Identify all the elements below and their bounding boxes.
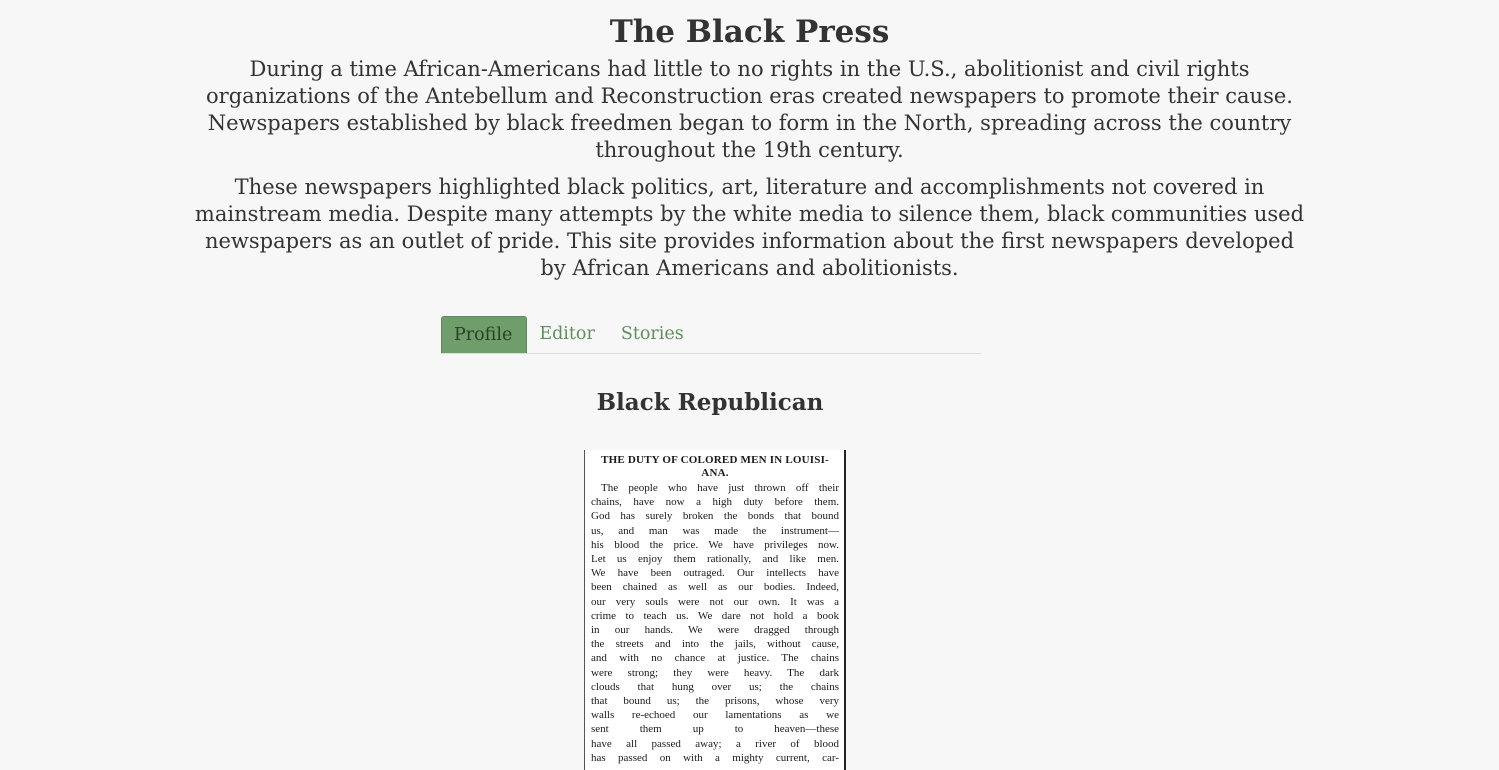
clipping-text-line: walls re-echoed our lamentations as we bbox=[591, 709, 839, 722]
clipping-headline: THE DUTY OF COLORED MEN IN LOUISI- ANA. bbox=[591, 454, 839, 480]
site-header: The Black Press During a time African-Am… bbox=[190, 0, 1310, 282]
clipping-text-line: us, and man was made the instrument— bbox=[591, 524, 839, 537]
clipping-text-line: God has surely broken the bonds that bou… bbox=[591, 510, 839, 523]
clipping-text-line: has passed on with a mighty current, car… bbox=[591, 751, 839, 764]
clipping-body: The people who have just thrown off thei… bbox=[591, 481, 839, 765]
newspaper-title: Black Republican bbox=[596, 389, 824, 416]
clipping-text-line: in our hands. We were dragged through bbox=[591, 624, 839, 637]
clipping-text-line: Let us enjoy them rationally, and like m… bbox=[591, 553, 839, 566]
clipping-text-line: sent them up to heaven—these bbox=[591, 723, 839, 736]
clipping-text-line: chains, have now a high duty before them… bbox=[591, 496, 839, 509]
clipping-text-line: The people who have just thrown off thei… bbox=[601, 482, 839, 494]
clipping-text-line: that bound us; the prisons, whose very bbox=[591, 695, 839, 708]
clipping-text-line: We have been outraged. Our intellects ha… bbox=[591, 567, 839, 580]
tab-profile[interactable]: Profile bbox=[441, 316, 528, 353]
clipping-text-line: clouds that hung over us; the chains bbox=[591, 680, 839, 693]
clipping-headline-line-2: ANA. bbox=[701, 467, 729, 479]
clipping-text-line: crime to teach us. We dare not hold a bo… bbox=[591, 609, 839, 622]
clipping-text-line: have all passed away; a river of blood bbox=[591, 737, 839, 750]
clipping-text-line: our very souls were not our own. It was … bbox=[591, 595, 839, 608]
intro-paragraph-2: These newspapers highlighted black polit… bbox=[194, 175, 1305, 280]
newspaper-clipping-image: THE DUTY OF COLORED MEN IN LOUISI- ANA. … bbox=[584, 450, 846, 770]
clipping-text-line: his blood the price. We have privileges … bbox=[591, 538, 839, 551]
clipping-text-line: the streets and into the jails, without … bbox=[591, 638, 839, 651]
tab-stories[interactable]: Stories bbox=[609, 316, 698, 353]
clipping-headline-line-1: THE DUTY OF COLORED MEN IN LOUISI- bbox=[601, 454, 829, 466]
site-title: The Black Press bbox=[609, 14, 890, 50]
tab-editor[interactable]: Editor bbox=[527, 316, 609, 353]
intro-paragraph-1: During a time African-Americans had litt… bbox=[206, 57, 1293, 162]
clipping-text-line: were strong; they were heavy. The dark bbox=[591, 666, 839, 679]
clipping-text-line: been chained as well as our bodies. Inde… bbox=[591, 581, 839, 594]
clipping-text-line: and with no chance at justice. The chain… bbox=[591, 652, 839, 665]
profile-tabs: Profile Editor Stories bbox=[441, 316, 981, 354]
